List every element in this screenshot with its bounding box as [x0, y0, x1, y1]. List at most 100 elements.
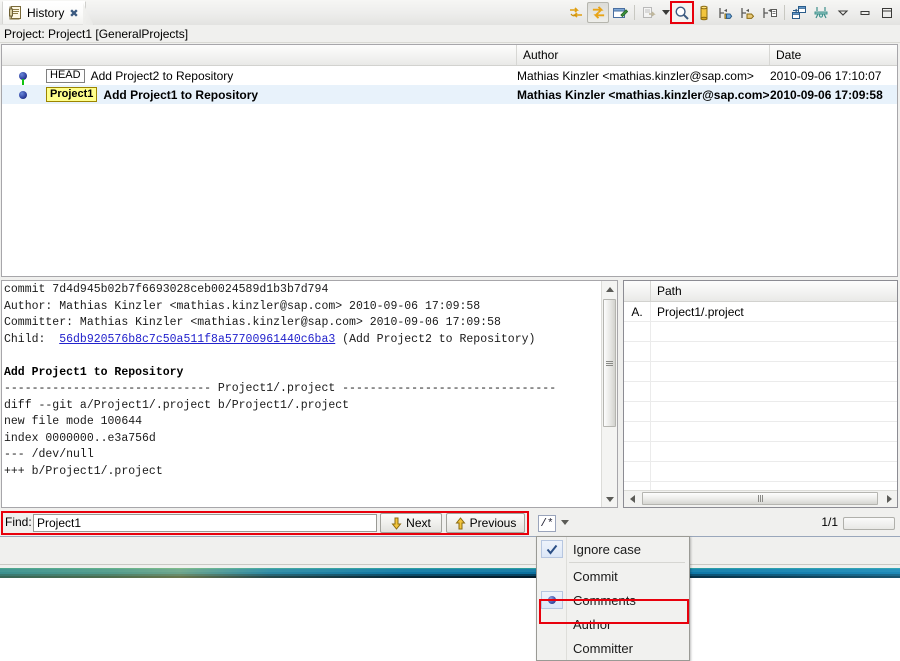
menu-separator [569, 562, 685, 563]
commit-detail-text: commit 7d4d945b02b7f6693028ceb0024589d1b… [4, 282, 600, 480]
view-tabbar: History ✖ [0, 0, 900, 25]
row-message-cell: Project1 Add Project1 to Repository [2, 85, 517, 104]
list-item[interactable]: A. Project1/.project [624, 302, 897, 322]
find-toggle-icon[interactable] [671, 2, 693, 23]
commit-detail-pane[interactable]: commit 7d4d945b02b7f6693028ceb0024589d1b… [1, 280, 618, 508]
file-list-header: Path [624, 281, 897, 302]
menu-item-comments[interactable]: Comments [537, 588, 689, 612]
commit-message: Add Project2 to Repository [91, 69, 234, 83]
column-header-date[interactable]: Date [770, 45, 897, 65]
scroll-left-icon[interactable] [624, 491, 640, 507]
column-header-path[interactable]: Path [651, 281, 897, 301]
find-next-label: Next [406, 516, 431, 530]
list-item-empty [624, 422, 897, 442]
find-progress-bar [843, 517, 895, 530]
scroll-down-icon[interactable] [602, 491, 617, 507]
history-view-screenshot: History ✖ [0, 0, 900, 661]
status-badge: Project1 [46, 87, 97, 102]
table-row[interactable]: Project1 Add Project1 to Repository Math… [2, 85, 897, 104]
find-scope-button[interactable]: /* [538, 515, 556, 532]
maximize-icon[interactable] [876, 2, 898, 23]
menu-item-author[interactable]: Author [537, 612, 689, 636]
scroll-up-icon[interactable] [602, 281, 617, 297]
find-options-menu[interactable]: Ignore case Commit Comments Author Commi… [536, 536, 690, 661]
row-author-cell: Mathias Kinzler <mathias.kinzler@sap.com… [517, 66, 770, 85]
show-file-icon[interactable] [759, 2, 781, 23]
row-message-cell: HEAD Add Project2 to Repository [2, 66, 517, 85]
layout-icon[interactable] [788, 2, 810, 23]
menu-item-commit[interactable]: Commit [537, 564, 689, 588]
chevron-down-icon[interactable] [561, 520, 569, 525]
list-item-empty [624, 462, 897, 482]
menu-item-label: Commit [573, 569, 618, 584]
commit-graph-node [6, 66, 40, 85]
list-item-empty [624, 382, 897, 402]
commit-message: Add Project1 to Repository [103, 88, 258, 102]
commit-message-body: Add Project1 to Repository [4, 366, 183, 379]
list-item-empty [624, 362, 897, 382]
minimize-icon[interactable] [854, 2, 876, 23]
menu-item-label: Committer [573, 641, 633, 656]
toolbar-separator-2 [784, 5, 785, 20]
tab-label: History [27, 6, 64, 20]
diff-line: index 0000000..e3a756d [4, 432, 156, 445]
status-badge: HEAD [46, 69, 85, 83]
compare-mode-icon[interactable] [565, 2, 587, 23]
list-item-empty [624, 322, 897, 342]
menu-item-committer[interactable]: Committer [537, 636, 689, 660]
table-row[interactable]: HEAD Add Project2 to Repository Mathias … [2, 66, 897, 85]
filter-dropdown-arrow-icon[interactable] [660, 2, 671, 23]
find-label: Find: [5, 515, 32, 529]
table-header: Author Date [2, 45, 897, 66]
commit-committer-line: Committer: Mathias Kinzler <mathias.kinz… [4, 316, 501, 329]
list-item-empty [624, 402, 897, 422]
compare-icon[interactable] [810, 2, 832, 23]
changed-files-pane[interactable]: Path A. Project1/.project [623, 280, 898, 508]
commit-detail-vertical-scrollbar[interactable] [601, 281, 617, 507]
view-toolbar [565, 1, 898, 24]
show-all-branches-icon[interactable] [638, 2, 660, 23]
scrollbar-thumb[interactable] [642, 492, 878, 505]
link-with-editor-icon[interactable] [587, 2, 609, 23]
commit-sha-line: commit 7d4d945b02b7f6693028ceb0024589d1b… [4, 283, 328, 296]
list-item-empty [624, 442, 897, 462]
file-path: Project1/.project [651, 302, 897, 321]
scrollbar-thumb[interactable] [603, 299, 616, 427]
open-editor-icon[interactable] [609, 2, 631, 23]
diff-file-header: ------------------------------ Project1/… [4, 382, 556, 395]
find-toolbar: Find: Project1 Next Previous /* 1/1 [0, 511, 900, 536]
view-menu-icon[interactable] [832, 2, 854, 23]
commit-child-suffix: (Add Project2 to Repository) [335, 333, 535, 346]
diff-line: --- /dev/null [4, 448, 94, 461]
check-icon [541, 540, 563, 558]
file-list-horizontal-scrollbar[interactable] [624, 490, 897, 507]
commit-child-label: Child: [4, 333, 59, 346]
search-input[interactable]: Project1 [33, 514, 377, 532]
file-change-mode: A. [624, 302, 651, 321]
row-date-cell: 2010-09-06 17:09:58 [770, 85, 897, 104]
find-next-button[interactable]: Next [380, 513, 442, 533]
scroll-right-icon[interactable] [881, 491, 897, 507]
commit-author-line: Author: Mathias Kinzler <mathias.kinzler… [4, 300, 480, 313]
close-icon[interactable]: ✖ [69, 8, 78, 19]
menu-item-ignore-case[interactable]: Ignore case [537, 537, 689, 561]
diff-line: +++ b/Project1/.project [4, 465, 163, 478]
tab-history[interactable]: History ✖ [2, 1, 86, 24]
view-footer-area [0, 537, 900, 565]
all-branches-icon[interactable] [693, 2, 715, 23]
column-header-mode[interactable] [624, 281, 651, 301]
radio-selected-icon [541, 591, 563, 609]
row-date-cell: 2010-09-06 17:10:07 [770, 66, 897, 85]
row-author-cell: Mathias Kinzler <mathias.kinzler@sap.com… [517, 85, 770, 104]
column-header-message[interactable] [2, 45, 517, 65]
commit-history-table[interactable]: Author Date HEAD Add Project2 to Reposit… [1, 44, 898, 277]
column-header-author[interactable]: Author [517, 45, 770, 65]
show-folder-icon[interactable] [737, 2, 759, 23]
find-previous-button[interactable]: Previous [446, 513, 525, 533]
graph-dot-icon [19, 91, 27, 99]
child-commit-link[interactable]: 56db920576b8c7c50a511f8a57700961440c6ba3 [59, 333, 335, 346]
arrow-down-icon [391, 517, 402, 530]
show-repo-icon[interactable] [715, 2, 737, 23]
menu-item-label: Author [573, 617, 611, 632]
diff-line: diff --git a/Project1/.project b/Project… [4, 399, 349, 412]
